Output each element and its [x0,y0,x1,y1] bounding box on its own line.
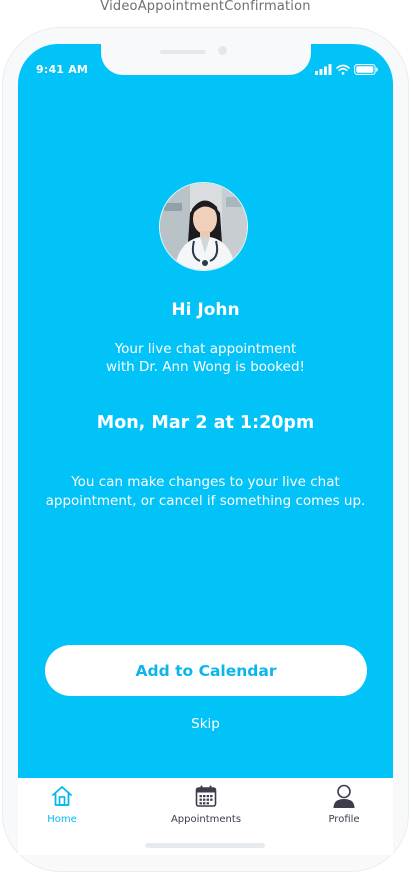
tab-profile[interactable]: Profile [294,784,394,825]
greeting-heading: Hi John [171,300,240,320]
status-time: 9:41 AM [36,63,89,76]
changes-note: You can make changes to your live chat a… [18,473,393,511]
tab-home-label: Home [47,814,77,825]
calendar-icon [195,785,217,807]
booking-message-line: with Dr. Ann Wong is booked! [106,359,305,375]
battery-icon [354,63,378,75]
phone-camera [218,46,227,55]
appointment-datetime: Mon, Mar 2 at 1:20pm [96,413,315,433]
app-screen [18,44,393,855]
wifi-icon [336,64,350,75]
page: VideoAppointmentConfirmation 9:41 AM Hi … [0,0,411,874]
home-indicator [145,843,265,848]
phone-notch [101,44,311,75]
booking-message: Your live chat appointment with Dr. Ann … [18,340,393,376]
phone-speaker [160,50,206,54]
changes-note-line: You can make changes to your live chat [71,474,340,490]
doctor-photo [160,183,247,270]
doctor-avatar [159,182,248,271]
booking-message-line: Your live chat appointment [114,341,297,357]
signal-icon [315,63,332,75]
skip-link[interactable]: Skip [170,716,241,732]
tab-profile-label: Profile [328,814,360,825]
profile-icon [333,784,355,808]
artboard-title: VideoAppointmentConfirmation [100,0,311,14]
add-to-calendar-button[interactable]: Add to Calendar [45,645,367,696]
tab-home[interactable]: Home [12,784,112,825]
tab-appointments-label: Appointments [170,814,242,825]
home-icon [52,786,72,806]
changes-note-line: appointment, or cancel if something come… [45,493,366,509]
tab-appointments[interactable]: Appointments [156,784,256,825]
status-icons [315,63,378,75]
